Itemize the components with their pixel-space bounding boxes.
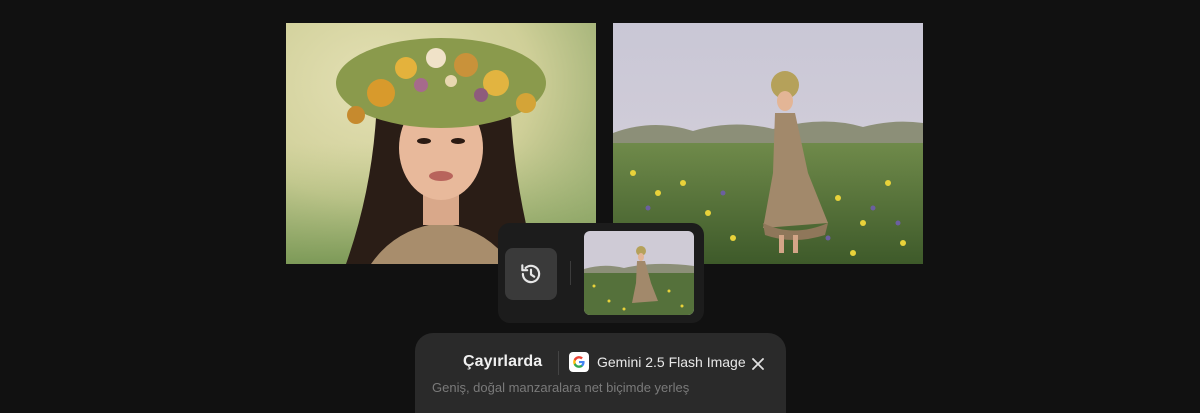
prompt-title: Çayırlarda [463, 353, 543, 370]
history-bar [498, 223, 704, 323]
prompt-panel: Çayırlarda Gemini 2.5 Flash Image Geniş,… [415, 333, 786, 413]
history-divider [570, 261, 571, 285]
google-icon [569, 352, 589, 372]
close-icon [752, 358, 764, 370]
history-button[interactable] [505, 248, 557, 300]
history-thumbnail-image [584, 231, 694, 315]
model-selector[interactable]: Gemini 2.5 Flash Image [569, 352, 746, 372]
history-thumbnail[interactable] [584, 231, 694, 315]
history-icon [521, 264, 541, 284]
model-name: Gemini 2.5 Flash Image [597, 354, 746, 370]
close-button[interactable] [748, 354, 768, 374]
prompt-divider [558, 351, 559, 375]
